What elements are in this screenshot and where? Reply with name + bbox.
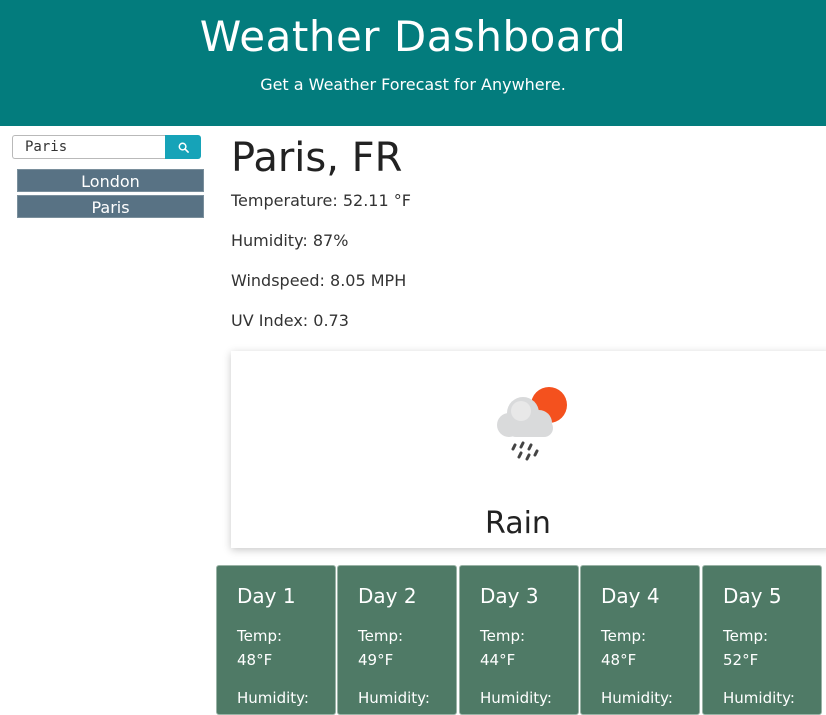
windspeed-text: Windspeed: 8.05 MPH xyxy=(231,271,407,290)
forecast-day-title: Day 5 xyxy=(723,584,782,608)
forecast-humidity-label: Humidity: xyxy=(601,689,673,707)
forecast-temp-label: Temp: xyxy=(723,627,769,645)
header: Weather Dashboard Get a Weather Forecast… xyxy=(0,0,826,126)
forecast-temp-value: 48°F xyxy=(237,651,273,669)
search-bar xyxy=(12,135,204,159)
forecast-card-day-4: Day 4 Temp: 48°F Humidity: xyxy=(580,565,700,715)
forecast-card-day-5: Day 5 Temp: 52°F Humidity: xyxy=(702,565,822,715)
forecast-day-title: Day 4 xyxy=(601,584,660,608)
forecast-temp-value: 44°F xyxy=(480,651,516,669)
forecast-temp-value: 48°F xyxy=(601,651,637,669)
weather-condition-text: Rain xyxy=(485,506,551,541)
forecast-humidity-label: Humidity: xyxy=(723,689,795,707)
search-button[interactable] xyxy=(165,135,201,159)
forecast-card-day-2: Day 2 Temp: 49°F Humidity: xyxy=(337,565,457,715)
temperature-text: Temperature: 52.11 °F xyxy=(231,191,411,210)
forecast-day-title: Day 3 xyxy=(480,584,539,608)
search-history: London Paris xyxy=(17,169,204,218)
forecast-temp-value: 49°F xyxy=(358,651,394,669)
forecast-day-title: Day 2 xyxy=(358,584,417,608)
forecast-card-day-3: Day 3 Temp: 44°F Humidity: xyxy=(459,565,579,715)
forecast-temp-label: Temp: xyxy=(480,627,526,645)
forecast-temp-label: Temp: xyxy=(237,627,283,645)
search-icon xyxy=(178,142,189,153)
current-weather: Paris, FR Temperature: 52.11 °F Humidity… xyxy=(231,134,411,330)
weather-condition-card: Rain xyxy=(231,351,826,548)
forecast-day-title: Day 1 xyxy=(237,584,296,608)
history-item-paris[interactable]: Paris xyxy=(17,195,204,218)
forecast-humidity-label: Humidity: xyxy=(237,689,309,707)
sidebar: London Paris xyxy=(12,135,204,221)
history-item-london[interactable]: London xyxy=(17,169,204,192)
forecast-temp-value: 52°F xyxy=(723,651,759,669)
page-title: Weather Dashboard xyxy=(199,12,627,61)
rain-cloud-sun-icon xyxy=(497,387,567,461)
forecast-card-day-1: Day 1 Temp: 48°F Humidity: xyxy=(216,565,336,715)
forecast-temp-label: Temp: xyxy=(358,627,404,645)
search-input[interactable] xyxy=(12,135,165,159)
page-subtitle: Get a Weather Forecast for Anywhere. xyxy=(260,75,566,94)
forecast-humidity-label: Humidity: xyxy=(358,689,430,707)
forecast-row: Day 1 Temp: 48°F Humidity: Day 2 Temp: 4… xyxy=(216,565,826,715)
uv-index-text: UV Index: 0.73 xyxy=(231,311,349,330)
forecast-temp-label: Temp: xyxy=(601,627,647,645)
forecast-humidity-label: Humidity: xyxy=(480,689,552,707)
city-title: Paris, FR xyxy=(231,135,403,181)
humidity-text: Humidity: 87% xyxy=(231,231,349,250)
